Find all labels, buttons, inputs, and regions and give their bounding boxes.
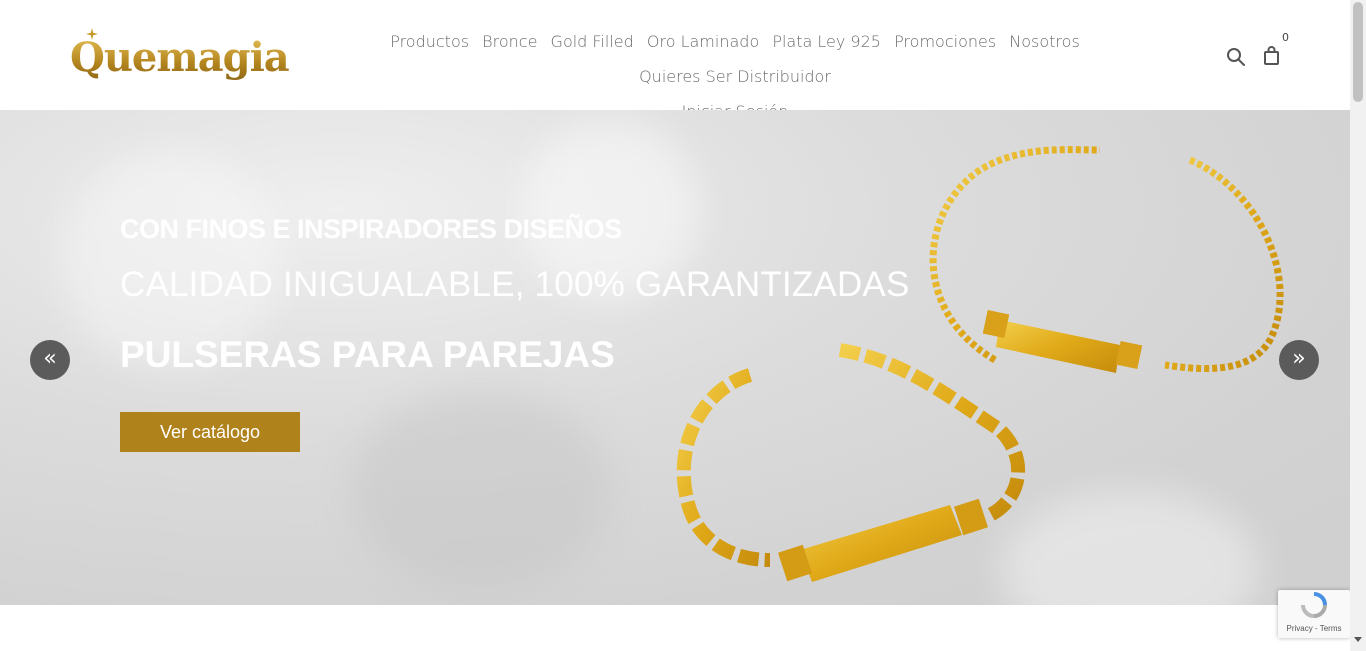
recaptcha-icon xyxy=(1301,592,1327,618)
hero-title: PULSERAS PARA PAREJAS xyxy=(120,334,615,375)
nav-item-distribuidor[interactable]: Quieres Ser Distribuidor xyxy=(639,59,831,94)
nav-item-bronce[interactable]: Bronce xyxy=(482,24,537,59)
recaptcha-links[interactable]: Privacy - Terms xyxy=(1278,624,1350,633)
ver-catalogo-button[interactable]: Ver catálogo xyxy=(120,412,300,452)
nav-item-oro-laminado[interactable]: Oro Laminado xyxy=(647,24,759,59)
hero-background-bokeh xyxy=(350,390,610,590)
nav-item-gold-filled[interactable]: Gold Filled xyxy=(551,24,634,59)
bracelets-image xyxy=(676,146,1284,582)
slider-prev-button[interactable]: « xyxy=(30,340,70,380)
nav-item-promociones[interactable]: Promociones xyxy=(894,24,996,59)
scroll-down-icon[interactable] xyxy=(1354,637,1362,642)
nav-item-plata-ley-925[interactable]: Plata Ley 925 xyxy=(772,24,881,59)
slider-next-button[interactable]: » xyxy=(1279,340,1319,380)
cart-count-badge: 0 xyxy=(1282,31,1289,44)
shopping-bag-icon[interactable] xyxy=(1261,45,1283,67)
brand-logo[interactable]: Quemagia xyxy=(66,28,290,84)
site-header: Quemagia Productos Bronce Gold Filled Or… xyxy=(0,0,1350,121)
brand-name: Quemagia xyxy=(70,34,290,81)
hero-subtitle: CON FINOS E INSPIRADORES DISEÑOS xyxy=(120,214,622,244)
chevron-double-left-icon: « xyxy=(43,346,57,371)
page-scrollbar[interactable] xyxy=(1350,0,1366,651)
nav-item-nosotros[interactable]: Nosotros xyxy=(1009,24,1080,59)
hero-slider: CON FINOS E INSPIRADORES DISEÑOS CALIDAD… xyxy=(0,110,1350,605)
hero-tagline: CALIDAD INIGUALABLE, 100% GARANTIZADAS xyxy=(120,265,910,304)
chevron-double-right-icon: » xyxy=(1292,346,1306,371)
recaptcha-badge[interactable]: Privacy - Terms xyxy=(1278,590,1350,638)
search-icon[interactable] xyxy=(1225,46,1247,68)
scrollbar-thumb[interactable] xyxy=(1353,2,1363,102)
nav-item-productos[interactable]: Productos xyxy=(390,24,469,59)
